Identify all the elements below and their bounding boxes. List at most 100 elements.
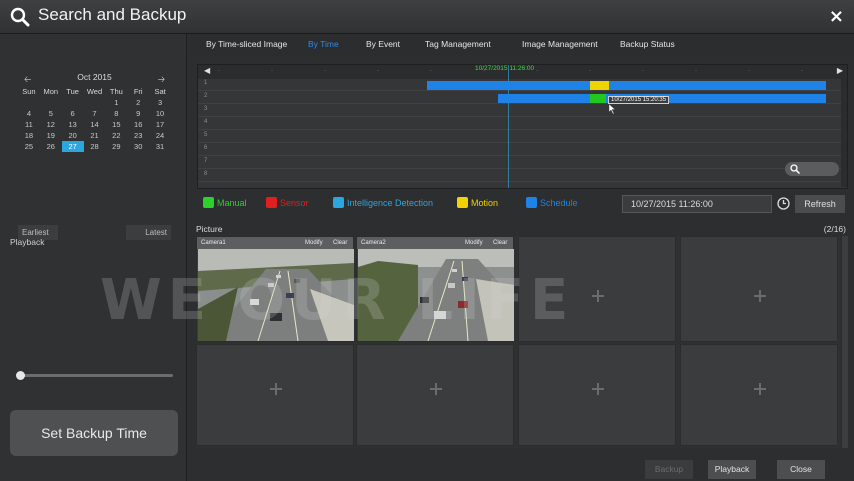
calendar-day[interactable]: 14 [84, 119, 106, 130]
timeline[interactable]: ◀ ▶ · · · · · · · · · · · · 12345678 10/27/2015 11:… [197, 64, 848, 189]
legend-sensor-label: Sensor [280, 198, 309, 208]
calendar-day[interactable]: 18 [18, 130, 40, 141]
calendar-day[interactable]: 24 [149, 130, 171, 141]
intelligence-icon [333, 197, 344, 208]
legend-schedule[interactable]: Schedule [526, 197, 578, 208]
calendar-day[interactable]: 28 [84, 141, 106, 152]
timeline-tick: · [218, 68, 220, 74]
legend-intelligence[interactable]: Intelligence Detection [333, 197, 433, 208]
zoom-icon [790, 164, 800, 174]
timeline-channel-label: 7 [204, 158, 208, 164]
record-bar-normal[interactable] [427, 81, 826, 90]
calendar-day-selected[interactable]: 27 [61, 141, 84, 152]
calendar-day[interactable]: 7 [84, 108, 106, 119]
playback-label: Playback [10, 237, 45, 247]
close-button[interactable]: Close [777, 460, 825, 479]
timeline-channel-row[interactable]: 5 [198, 131, 847, 143]
calendar-day[interactable]: 16 [127, 119, 149, 130]
weekday-label: Thu [109, 87, 123, 96]
picture-cell-empty[interactable] [680, 236, 838, 342]
arrow-right-icon[interactable]: 🡢 [158, 72, 165, 88]
calendar-day[interactable]: 3 [149, 97, 171, 108]
calendar-day[interactable]: 20 [62, 130, 84, 141]
picture-cell-empty[interactable] [518, 236, 676, 342]
calendar-day[interactable]: 31 [149, 141, 171, 152]
tab-by-event[interactable]: By Event [366, 39, 400, 49]
calendar-day[interactable]: 25 [18, 141, 40, 152]
playback-slider[interactable] [18, 374, 173, 377]
calendar-day[interactable]: 23 [127, 130, 149, 141]
cell-clear-button[interactable]: Clear [333, 237, 347, 249]
set-backup-time-button[interactable]: Set Backup Time [10, 410, 178, 456]
timeline-channel-label: 6 [204, 145, 208, 151]
picture-grid: Camera1 Modify Clear Camera2 Modify Clea… [196, 236, 840, 448]
backup-button[interactable]: Backup [645, 460, 693, 479]
calendar-day[interactable]: 2 [127, 97, 149, 108]
tab-by-time-sliced-image[interactable]: By Time-sliced Image [206, 39, 287, 49]
calendar-day[interactable]: 9 [127, 108, 149, 119]
picture-cell-camera1[interactable]: Camera1 Modify Clear [196, 236, 354, 342]
calendar-day[interactable]: 12 [40, 119, 62, 130]
record-bar-motion[interactable] [590, 81, 609, 90]
timeline-channel-row[interactable]: 3 [198, 105, 847, 117]
calendar-day[interactable]: 6 [62, 108, 84, 119]
calendar-day[interactable]: 10 [149, 108, 171, 119]
cell-modify-button[interactable]: Modify [465, 237, 483, 249]
calendar-empty-cell [40, 97, 62, 108]
record-bar-manual[interactable] [590, 94, 606, 103]
timeline-channel-row[interactable]: 8 [198, 170, 847, 182]
cursor-pointer-icon [609, 104, 616, 114]
camera2-snapshot [358, 249, 514, 341]
legend-manual[interactable]: Manual [203, 197, 247, 208]
calendar-day[interactable]: 5 [40, 108, 62, 119]
picture-cell-empty[interactable] [518, 344, 676, 446]
calendar-day[interactable]: 4 [18, 108, 40, 119]
tab-backup-status[interactable]: Backup Status [620, 39, 675, 49]
refresh-button[interactable]: Refresh [795, 195, 845, 213]
picture-cell-empty[interactable] [680, 344, 838, 446]
add-icon [270, 383, 282, 395]
calendar-day[interactable]: 11 [18, 119, 40, 130]
close-icon[interactable]: × [829, 6, 844, 27]
datetime-input[interactable]: 10/27/2015 11:26:00 [622, 195, 772, 213]
timeline-channel-row[interactable]: 6 [198, 144, 847, 156]
timeline-zoom-control[interactable] [785, 162, 839, 176]
calendar-grid: Sun Mon Tue Wed Thu Fri Sat 1 2 3 4 5 6 7 8 9 10 11 12 13 14… [18, 86, 171, 152]
playback-button[interactable]: Playback [708, 460, 756, 479]
calendar-day[interactable]: 22 [105, 130, 127, 141]
tab-bar: By Time-sliced Image By Time By Event Ta… [190, 34, 854, 56]
timeline-scrollbar[interactable] [841, 79, 847, 187]
tab-by-time[interactable]: By Time [308, 39, 339, 49]
tab-image-management[interactable]: Image Management [522, 39, 598, 49]
calendar-empty-cell [62, 97, 84, 108]
timeline-channel-row[interactable]: 4 [198, 118, 847, 130]
calendar-day[interactable]: 26 [40, 141, 62, 152]
calendar-day[interactable]: 8 [105, 108, 127, 119]
calendar-day[interactable]: 15 [105, 119, 127, 130]
picture-cell-empty[interactable] [356, 344, 514, 446]
clock-icon[interactable] [777, 197, 790, 210]
latest-button[interactable]: Latest [126, 225, 171, 240]
picture-cell-empty[interactable] [196, 344, 354, 446]
playback-slider-handle[interactable] [16, 371, 25, 380]
timeline-channel-row[interactable]: 7 [198, 157, 847, 169]
arrow-left-icon[interactable]: 🡠 [24, 72, 31, 88]
calendar-day[interactable]: 29 [105, 141, 127, 152]
calendar-day[interactable]: 21 [84, 130, 106, 141]
timeline-next-icon[interactable]: ▶ [837, 66, 843, 75]
timeline-channel-label: 5 [204, 132, 208, 138]
cell-modify-button[interactable]: Modify [305, 237, 323, 249]
tab-tag-management[interactable]: Tag Management [425, 39, 491, 49]
calendar-day[interactable]: 19 [40, 130, 62, 141]
picture-cell-camera2[interactable]: Camera2 Modify Clear [356, 236, 514, 342]
cell-clear-button[interactable]: Clear [493, 237, 507, 249]
picture-grid-scrollbar[interactable] [842, 236, 848, 448]
weekday-label: Wed [86, 87, 103, 96]
legend-motion[interactable]: Motion [457, 197, 498, 208]
calendar-day[interactable]: 1 [105, 97, 127, 108]
timeline-prev-icon[interactable]: ◀ [204, 66, 210, 75]
calendar-day[interactable]: 30 [127, 141, 149, 152]
calendar-day[interactable]: 13 [62, 119, 84, 130]
legend-sensor[interactable]: Sensor [266, 197, 309, 208]
calendar-day[interactable]: 17 [149, 119, 171, 130]
